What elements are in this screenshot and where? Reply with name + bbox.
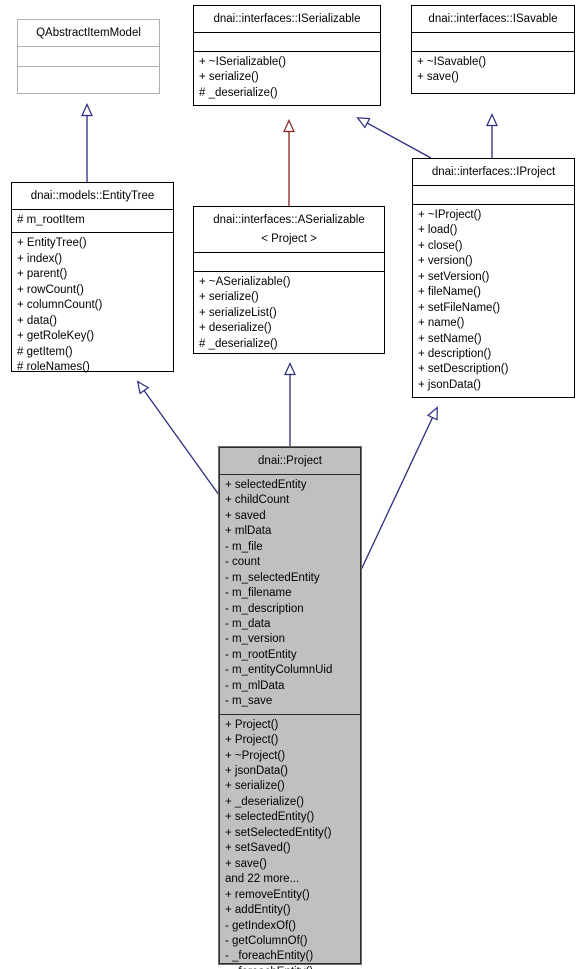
operation-item: + save() bbox=[417, 71, 459, 84]
attribute-item: - m_version bbox=[225, 633, 286, 646]
attribute-item: + childCount bbox=[225, 494, 290, 507]
class-name-iproject: dnai::interfaces::IProject bbox=[413, 159, 574, 186]
operation-item: + jsonData() bbox=[225, 765, 288, 778]
operation-item: # _deserialize() bbox=[199, 337, 278, 350]
operations-compartment: + ~ISerializable() + serialize() # _dese… bbox=[194, 52, 380, 105]
operation-item: + setName() bbox=[418, 332, 482, 345]
operations-compartment: + EntityTree() + index() + parent() + ro… bbox=[12, 233, 173, 379]
operation-item: # roleNames() bbox=[17, 360, 90, 373]
attribute-item: - count bbox=[225, 556, 261, 569]
operation-item: + name() bbox=[418, 317, 465, 330]
operations-compartment bbox=[18, 67, 159, 87]
attributes-compartment bbox=[413, 186, 574, 205]
attribute-item: - m_rootEntity bbox=[225, 648, 297, 661]
operation-item: + parent() bbox=[17, 268, 68, 281]
operation-item: + jsonData() bbox=[418, 378, 481, 391]
operation-item: + Project() bbox=[225, 718, 279, 731]
class-box-iproject[interactable]: dnai::interfaces::IProject + ~IProject()… bbox=[412, 158, 575, 398]
operation-item: - _foreachEntity() bbox=[225, 965, 355, 969]
operation-item: + save() bbox=[225, 857, 267, 870]
attributes-compartment: # m_rootItem bbox=[12, 210, 173, 234]
attribute-item: + saved bbox=[225, 509, 266, 522]
attribute-item: - m_filename bbox=[225, 587, 292, 600]
operation-item: + serialize() bbox=[199, 71, 259, 84]
operation-item: + removeEntity() bbox=[225, 888, 310, 901]
class-name-isavable: dnai::interfaces::ISavable bbox=[412, 6, 574, 33]
operation-item: + setVersion() bbox=[418, 270, 490, 283]
class-box-iserializable[interactable]: dnai::interfaces::ISerializable + ~ISeri… bbox=[193, 5, 381, 106]
operation-item: + setFileName() bbox=[418, 301, 501, 314]
operation-item: + ~ISavable() bbox=[417, 55, 487, 68]
operation-item: + setSelectedEntity() bbox=[225, 826, 332, 839]
operation-item: + deserialize() bbox=[199, 322, 272, 335]
class-box-qabstractitemmodel[interactable]: QAbstractItemModel bbox=[17, 19, 160, 94]
operation-item: + getRoleKey() bbox=[17, 330, 95, 343]
class-name-entitytree: dnai::models::EntityTree bbox=[12, 183, 173, 210]
operation-item: + serialize() bbox=[225, 780, 285, 793]
attributes-compartment bbox=[194, 253, 384, 272]
operations-compartment: + ~IProject() + load() + close() + versi… bbox=[413, 205, 574, 397]
operations-compartment: + Project() + Project() + ~Project() + j… bbox=[220, 715, 360, 969]
operation-item: + Project() bbox=[225, 734, 279, 747]
operation-item: + ~ISerializable() bbox=[199, 55, 286, 68]
class-name-aserializable: dnai::interfaces::ASerializable < Projec… bbox=[194, 207, 384, 253]
operation-item: - _foreachEntity() bbox=[225, 950, 314, 963]
attributes-compartment bbox=[412, 33, 574, 52]
operation-item: + ~IProject() bbox=[418, 208, 482, 221]
attribute-item: - m_selectedEntity bbox=[225, 571, 320, 584]
operation-item: + close() bbox=[418, 239, 463, 252]
class-box-aserializable[interactable]: dnai::interfaces::ASerializable < Projec… bbox=[193, 206, 385, 354]
operation-item: + setDescription() bbox=[418, 363, 509, 376]
operation-item: - getIndexOf() bbox=[225, 919, 296, 932]
operation-item: - getColumnOf() bbox=[225, 935, 308, 948]
more-members-label: and 22 more... bbox=[225, 873, 300, 886]
attributes-compartment bbox=[18, 47, 159, 67]
operation-item: + setSaved() bbox=[225, 842, 291, 855]
class-name-iserializable: dnai::interfaces::ISerializable bbox=[194, 6, 380, 33]
operation-item: + data() bbox=[17, 314, 57, 327]
attributes-compartment bbox=[194, 33, 380, 52]
operation-item: + _deserialize() bbox=[225, 795, 304, 808]
operation-item: + serializeList() bbox=[199, 306, 277, 319]
edge-project-to-iproject bbox=[360, 406, 438, 571]
edge-iproject-to-iserializable bbox=[356, 117, 432, 159]
operations-compartment: + ~ASerializable() + serialize() + seria… bbox=[194, 272, 384, 356]
class-box-project[interactable]: dnai::Project + selectedEntity + childCo… bbox=[219, 447, 361, 969]
attribute-item: + selectedEntity bbox=[225, 478, 307, 491]
operation-item: + ~ASerializable() bbox=[199, 275, 291, 288]
operation-item: + index() bbox=[17, 252, 63, 265]
operations-compartment: + ~ISavable() + save() bbox=[412, 52, 574, 90]
edge-project-to-entitytree bbox=[136, 380, 220, 496]
operation-item: + description() bbox=[418, 347, 492, 360]
attribute-item: - m_description bbox=[225, 602, 304, 615]
class-name-project: dnai::Project bbox=[220, 448, 360, 475]
operation-item: + rowCount() bbox=[17, 283, 84, 296]
attribute-item: # m_rootItem bbox=[17, 213, 85, 226]
class-box-isavable[interactable]: dnai::interfaces::ISavable + ~ISavable()… bbox=[411, 5, 575, 94]
uml-class-diagram: QAbstractItemModel dnai::interfaces::ISe… bbox=[0, 0, 581, 969]
operation-item: + load() bbox=[418, 224, 458, 237]
attribute-item: - m_data bbox=[225, 617, 271, 630]
attributes-compartment: + selectedEntity + childCount + saved + … bbox=[220, 475, 360, 715]
operation-item: + fileName() bbox=[418, 286, 481, 299]
operation-item: + ~Project() bbox=[225, 749, 286, 762]
operation-item: + columnCount() bbox=[17, 299, 103, 312]
class-name-qabstractitemmodel: QAbstractItemModel bbox=[18, 20, 159, 47]
attribute-item: - m_file bbox=[225, 540, 263, 553]
operation-item: + EntityTree() bbox=[17, 237, 87, 250]
operation-item: # getItem() bbox=[17, 345, 73, 358]
operation-item: + addEntity() bbox=[225, 904, 291, 917]
attribute-item: + mlData bbox=[225, 525, 272, 538]
operation-item: + selectedEntity() bbox=[225, 811, 315, 824]
attribute-item: - m_save bbox=[225, 695, 273, 708]
operation-item: + version() bbox=[418, 255, 473, 268]
attribute-item: - m_entityColumnUid bbox=[225, 664, 333, 677]
class-box-entitytree[interactable]: dnai::models::EntityTree # m_rootItem + … bbox=[11, 182, 174, 373]
operation-item: + serialize() bbox=[199, 291, 259, 304]
attribute-item: - m_mlData bbox=[225, 679, 285, 692]
operation-item: # _deserialize() bbox=[199, 86, 278, 99]
